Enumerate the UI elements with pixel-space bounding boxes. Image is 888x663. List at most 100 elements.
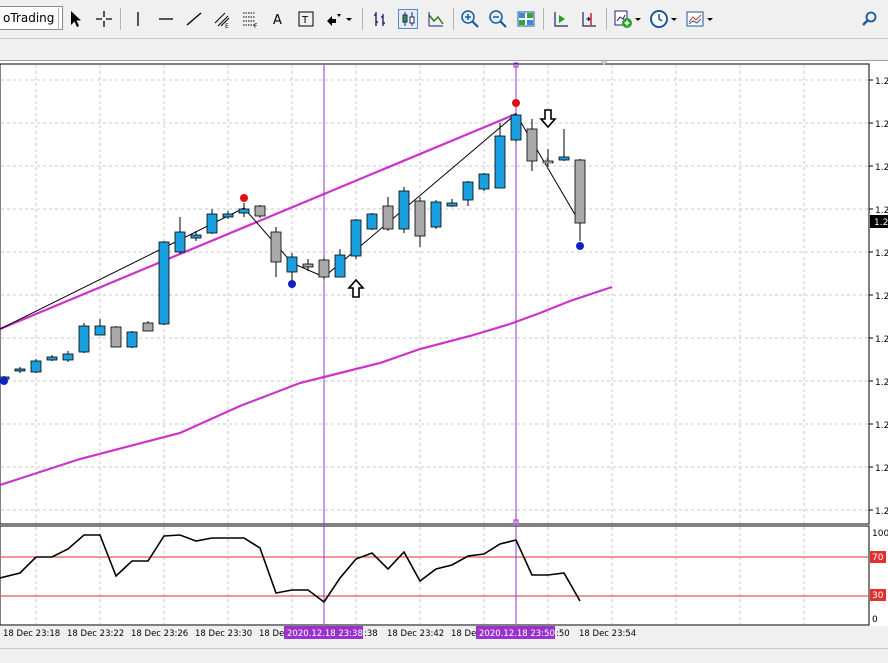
price-label: 1.2: [875, 464, 888, 474]
candlestick-chart-icon[interactable]: [398, 9, 418, 29]
trend-line-icon[interactable]: [184, 9, 204, 29]
price-label: 1.2: [875, 120, 888, 130]
candle-body: [478, 173, 490, 190]
chevron-down-icon[interactable]: [705, 9, 715, 29]
crosshair-time-label: 2020.12.18 23:38: [287, 629, 363, 639]
time-label: 18 De: [259, 629, 284, 639]
candle-body: [110, 326, 122, 348]
vertical-line-icon[interactable]: [128, 9, 148, 29]
candle-body: [334, 254, 346, 278]
rsi-level-70: 70: [872, 553, 884, 563]
chevron-down-icon[interactable]: [669, 9, 679, 29]
candle-body: [46, 356, 58, 361]
fibonacci-retracement-icon[interactable]: F: [240, 9, 260, 29]
candle: [78, 323, 90, 353]
rsi-level-30: 30: [872, 591, 884, 601]
candle-body: [366, 213, 378, 230]
candle-body: [126, 331, 138, 348]
price-chart[interactable]: 1.2 1.2 1.2 1.2 1.2 1.2 1.2 1.2 1.2 1.2 1.2 1.2 10…: [0, 61, 888, 639]
time-label: 18 Dec 23:26: [131, 629, 188, 639]
fractal-low-dot: [0, 377, 8, 385]
toolbar-separator: [606, 8, 607, 30]
time-axis: 18 Dec 23:18 18 Dec 23:22 18 Dec 23:26 1…: [3, 626, 636, 639]
chevron-down-icon[interactable]: [344, 9, 354, 29]
fractal-low-dot: [576, 242, 584, 250]
rsi-level-100: 100: [872, 529, 888, 539]
tile-windows-icon[interactable]: [516, 9, 536, 29]
price-label: 1.2: [875, 77, 888, 87]
time-label: 18 Dec 23:22: [67, 629, 124, 639]
zoom-in-icon[interactable]: [460, 9, 480, 29]
candle-body: [174, 231, 186, 253]
svg-text:T: T: [301, 15, 309, 26]
candle-body: [238, 208, 250, 214]
toolbar-separator: [362, 8, 363, 30]
price-axis: 1.2 1.2 1.2 1.2 1.2 1.2 1.2 1.2 1.2 1.2 1.2: [869, 77, 888, 517]
price-label: 1.2: [875, 206, 888, 216]
fractal-high-dot: [512, 99, 520, 107]
candle-body: [190, 234, 202, 239]
candle-body: [206, 213, 218, 234]
price-label: 1.2: [875, 421, 888, 431]
crosshair-icon[interactable]: [94, 9, 114, 29]
candle: [366, 213, 378, 230]
rsi-level-0: 0: [872, 615, 878, 625]
time-label: 18 Dec 23:42: [387, 629, 444, 639]
text-icon[interactable]: A: [268, 9, 288, 29]
candle: [318, 258, 330, 279]
candle: [398, 187, 410, 233]
time-label: 18 Dec 23:18: [3, 629, 60, 639]
candle-body: [558, 156, 570, 161]
svg-text:F: F: [254, 23, 258, 29]
candle-body: [142, 322, 154, 332]
horizontal-line-icon[interactable]: [156, 9, 176, 29]
rsi-pane: [0, 525, 870, 626]
toolbar-separator: [120, 8, 121, 30]
price-label: 1.2: [875, 163, 888, 173]
cursor-arrow-icon[interactable]: [66, 9, 86, 29]
price-label: 1.2: [875, 378, 888, 388]
chevron-down-icon[interactable]: [633, 9, 643, 29]
candle-body: [30, 360, 42, 373]
candle: [254, 205, 266, 218]
candle-body: [14, 368, 26, 372]
indicators-add-icon[interactable]: [613, 9, 633, 29]
candle-body: [574, 159, 586, 224]
chart-shift-icon[interactable]: [579, 9, 599, 29]
search-icon[interactable]: [860, 9, 880, 29]
candle-body: [462, 181, 474, 201]
templates-icon[interactable]: [685, 9, 705, 29]
candle: [510, 113, 522, 142]
candle-body: [398, 190, 410, 230]
candle-body: [62, 353, 74, 361]
zoom-out-icon[interactable]: [488, 9, 508, 29]
price-label: 1.2: [875, 335, 888, 345]
candle: [430, 200, 442, 229]
candle-body: [158, 241, 170, 325]
price-label: 1.2: [875, 249, 888, 259]
chart-window[interactable]: 1.2 1.2 1.2 1.2 1.2 1.2 1.2 1.2 1.2 1.2 1.2 1.2 10…: [0, 60, 888, 639]
line-chart-icon[interactable]: [426, 9, 446, 29]
auto-scroll-icon[interactable]: [551, 9, 571, 29]
bottom-tab-strip: [0, 648, 888, 663]
arrows-shapes-icon[interactable]: [324, 9, 344, 29]
periods-clock-icon[interactable]: [649, 9, 669, 29]
candle-body: [414, 200, 426, 237]
fractal-high-dot: [240, 194, 248, 202]
svg-text:A: A: [273, 13, 282, 28]
algo-trading-button[interactable]: oTrading: [0, 6, 64, 30]
current-price-label: 1.2: [874, 218, 888, 228]
equidistant-channel-icon[interactable]: E: [212, 9, 232, 29]
time-label: :38: [364, 629, 378, 639]
candle-body: [350, 219, 362, 257]
text-label-icon[interactable]: T: [296, 9, 316, 29]
candle-body: [302, 263, 314, 268]
candle-body: [430, 201, 442, 228]
candle-body: [222, 213, 234, 218]
candle-body: [318, 259, 330, 278]
bar-chart-icon[interactable]: [370, 9, 390, 29]
fractal-low-dot: [288, 280, 296, 288]
candle: [30, 359, 42, 373]
candle: [350, 219, 362, 259]
toolbar: oTrading E F A T: [0, 0, 888, 39]
